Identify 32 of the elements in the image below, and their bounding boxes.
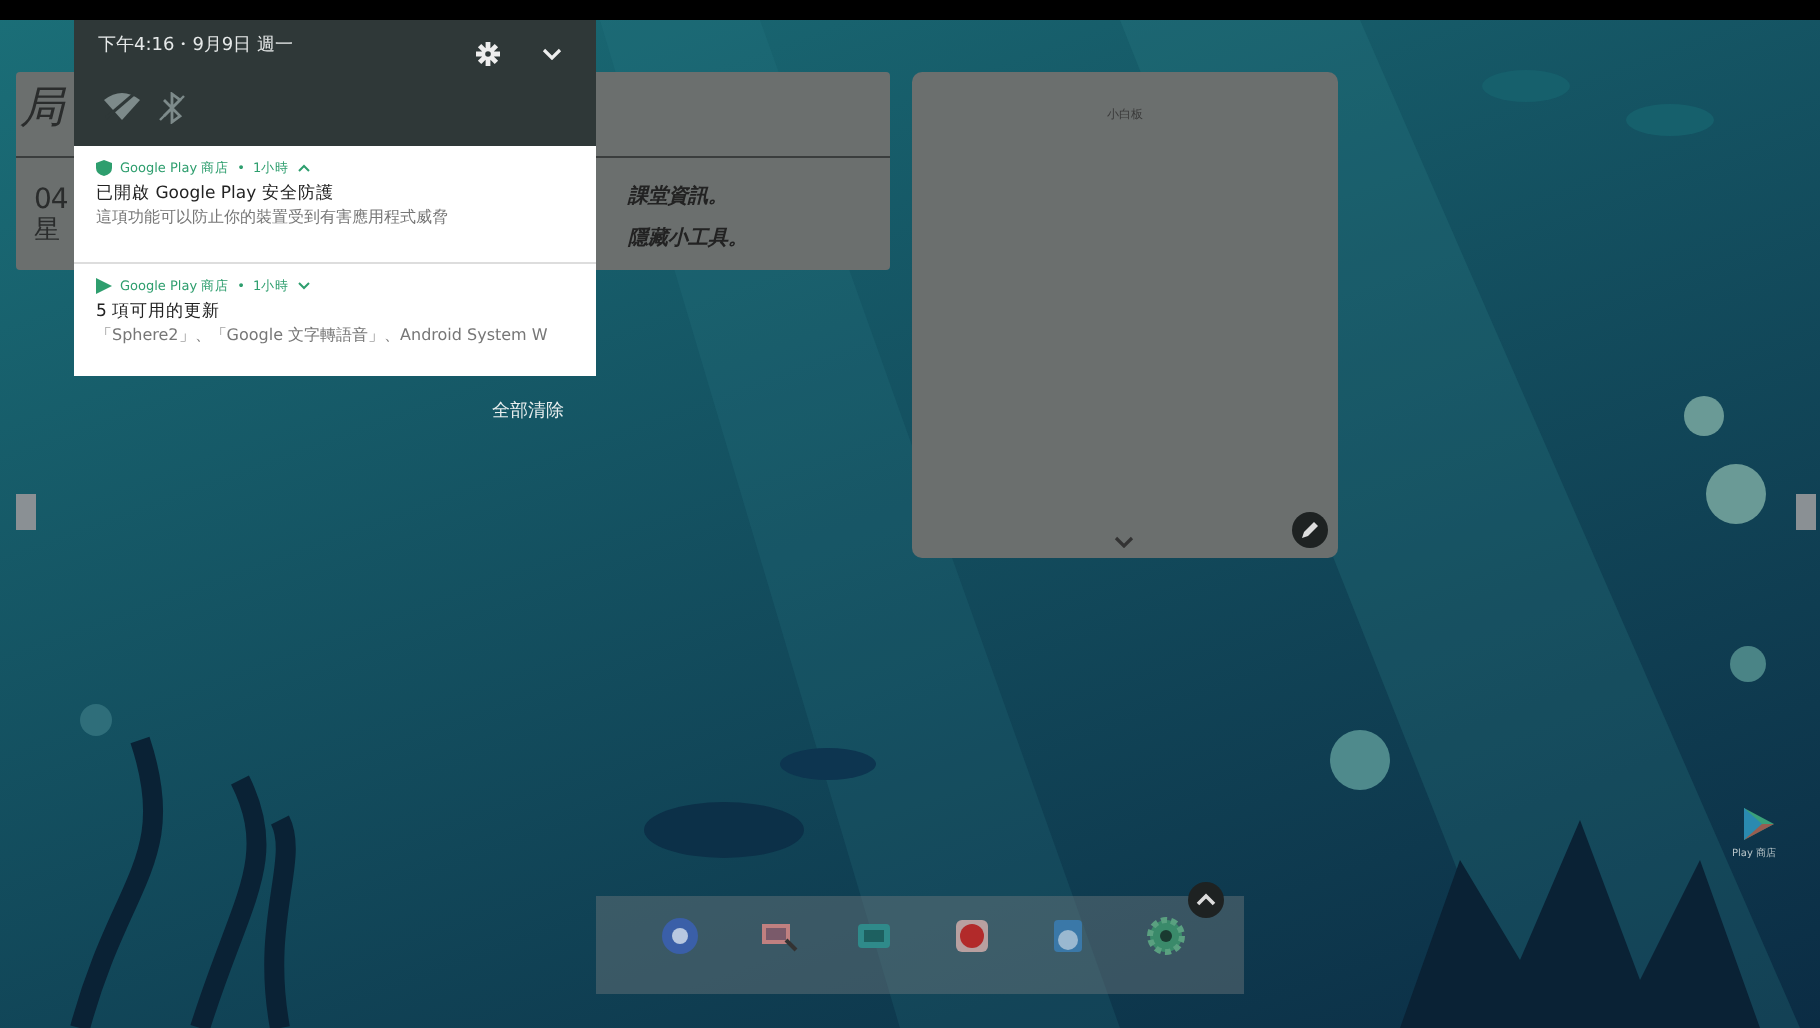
side-handle[interactable] xyxy=(1796,494,1816,530)
widget-text: 課堂資訊。 xyxy=(628,183,728,212)
notification-title: 5 項可用的更新 xyxy=(96,300,223,324)
clear-all-button[interactable]: 全部清除 xyxy=(492,400,564,427)
bubble-drawing xyxy=(1706,464,1766,524)
speedometer-icon[interactable] xyxy=(1048,916,1088,956)
widget-text: 隱藏小工具。 xyxy=(628,225,748,254)
expand-button[interactable] xyxy=(1188,882,1224,918)
bubble-drawing xyxy=(1330,730,1390,790)
settings-icon[interactable] xyxy=(476,42,500,66)
bubble-drawing xyxy=(1684,396,1724,436)
widget-heading: 局 xyxy=(20,84,64,136)
side-handle[interactable] xyxy=(16,494,36,530)
notification-text: 「Sphere2」、「Google 文字轉語音」、Android System W xyxy=(96,324,550,348)
edit-button[interactable] xyxy=(1292,512,1328,548)
app-icon[interactable] xyxy=(951,916,991,956)
browser-icon[interactable] xyxy=(660,916,700,956)
shield-icon xyxy=(96,160,112,176)
notification-text: 這項功能可以防止你的裝置受到有害應用程式威脅 xyxy=(96,206,450,230)
bubble-drawing xyxy=(80,704,112,736)
wifi-off-icon[interactable] xyxy=(102,92,142,124)
time-date: 下午4:16・9月9日 週一 xyxy=(98,34,294,60)
bubble-drawing xyxy=(1730,646,1766,682)
play-store-icon[interactable] xyxy=(1740,806,1776,842)
notification-title: 已開啟 Google Play 安全防護 xyxy=(96,182,336,206)
widget-weekday: 星 xyxy=(34,216,60,248)
play-icon xyxy=(96,278,112,294)
widget-date: 04 xyxy=(34,182,68,217)
chevron-down-icon[interactable] xyxy=(1114,536,1134,548)
expand-icon[interactable] xyxy=(297,282,310,290)
gear-icon[interactable] xyxy=(1145,916,1185,956)
bluetooth-off-icon[interactable] xyxy=(158,92,186,124)
